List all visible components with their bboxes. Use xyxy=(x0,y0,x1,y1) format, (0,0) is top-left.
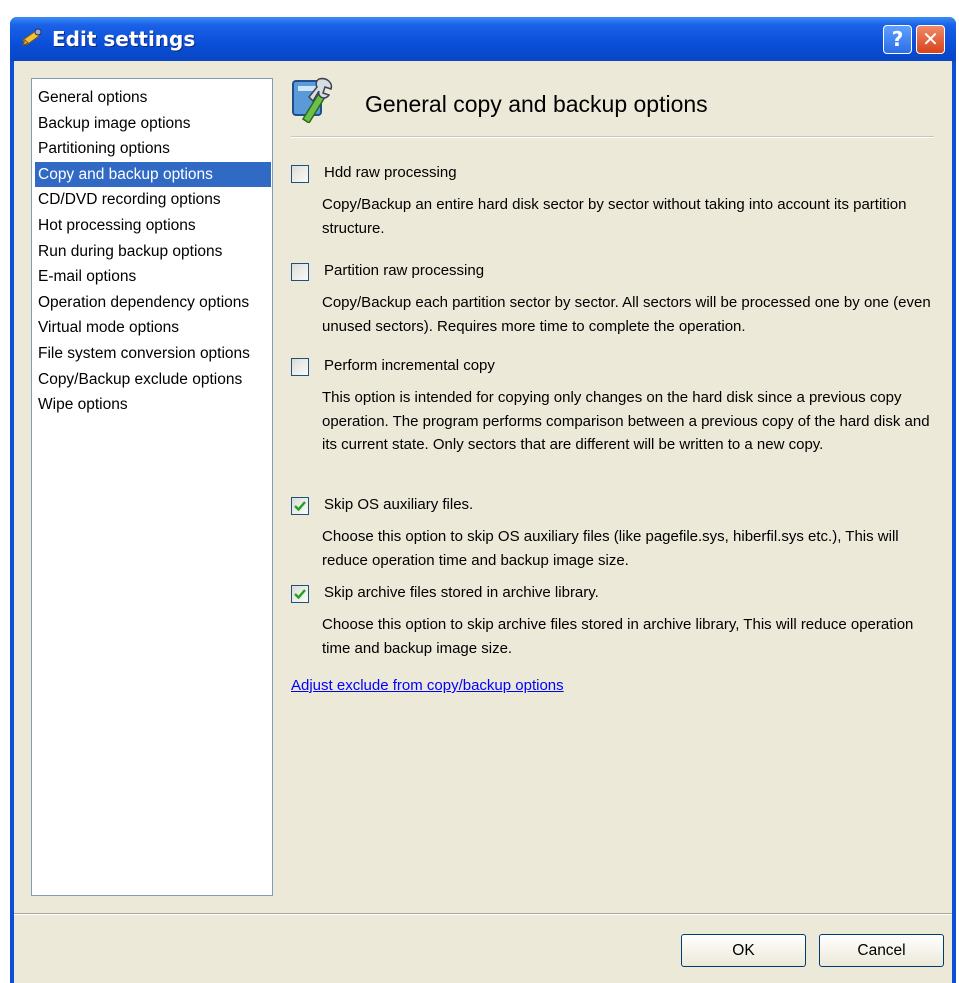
option-label[interactable]: Skip archive files stored in archive lib… xyxy=(324,584,599,601)
option-description: Choose this option to skip OS auxiliary … xyxy=(322,528,899,569)
sidebar-item-hot-processing[interactable]: Hot processing options xyxy=(35,213,271,239)
checkmark-icon xyxy=(294,501,306,512)
dialog-body: General options Backup image options Par… xyxy=(14,61,952,983)
settings-tools-icon xyxy=(292,77,333,123)
footer-divider xyxy=(14,913,952,915)
option-label[interactable]: Partition raw processing xyxy=(324,262,484,279)
window-title: Edit settings xyxy=(52,27,196,51)
sidebar-item-copy-backup-exclude[interactable]: Copy/Backup exclude options xyxy=(35,367,271,393)
skip-archive-files-checkbox[interactable] xyxy=(291,585,309,603)
perform-incremental-copy-checkbox[interactable] xyxy=(291,358,309,376)
settings-pencil-icon xyxy=(22,28,42,46)
sidebar-item-run-during-backup[interactable]: Run during backup options xyxy=(35,239,271,265)
option-label[interactable]: Hdd raw processing xyxy=(324,164,457,181)
sidebar-item-backup-image[interactable]: Backup image options xyxy=(35,111,271,137)
header-divider xyxy=(291,136,934,138)
partition-raw-processing-checkbox[interactable] xyxy=(291,263,309,281)
sidebar-item-operation-dependency[interactable]: Operation dependency options xyxy=(35,290,271,316)
option-description: Copy/Backup an entire hard disk sector b… xyxy=(322,196,907,237)
ok-button[interactable]: OK xyxy=(681,934,806,967)
checkmark-icon xyxy=(294,589,306,600)
page-title: General copy and backup options xyxy=(365,91,708,117)
close-button[interactable]: ✕ xyxy=(916,25,945,54)
hdd-raw-processing-checkbox[interactable] xyxy=(291,165,309,183)
sidebar-item-file-system-conversion[interactable]: File system conversion options xyxy=(35,341,271,367)
skip-os-auxiliary-files-checkbox[interactable] xyxy=(291,497,309,515)
option-label[interactable]: Skip OS auxiliary files. xyxy=(324,496,473,513)
sidebar-item-virtual-mode[interactable]: Virtual mode options xyxy=(35,315,271,341)
option-description: Copy/Backup each partition sector by sec… xyxy=(322,294,931,335)
sidebar-item-partitioning[interactable]: Partitioning options xyxy=(35,136,271,162)
option-label[interactable]: Perform incremental copy xyxy=(324,357,495,374)
option-description: Choose this option to skip archive files… xyxy=(322,616,914,657)
option-description: This option is intended for copying only… xyxy=(322,389,930,453)
adjust-exclude-link[interactable]: Adjust exclude from copy/backup options xyxy=(291,677,564,694)
title-bar[interactable]: Edit settings ? ✕ xyxy=(10,17,956,61)
sidebar-item-email[interactable]: E-mail options xyxy=(35,264,271,290)
sidebar-item-copy-backup[interactable]: Copy and backup options xyxy=(35,161,271,188)
edit-settings-window: Edit settings ? ✕ General options Backup… xyxy=(10,17,956,983)
options-category-list[interactable]: General options Backup image options Par… xyxy=(31,78,273,896)
sidebar-item-general[interactable]: General options xyxy=(35,85,271,111)
sidebar-item-cd-dvd-recording[interactable]: CD/DVD recording options xyxy=(35,187,271,213)
sidebar-item-wipe[interactable]: Wipe options xyxy=(35,392,271,418)
help-button[interactable]: ? xyxy=(883,25,912,54)
cancel-button[interactable]: Cancel xyxy=(819,934,944,967)
